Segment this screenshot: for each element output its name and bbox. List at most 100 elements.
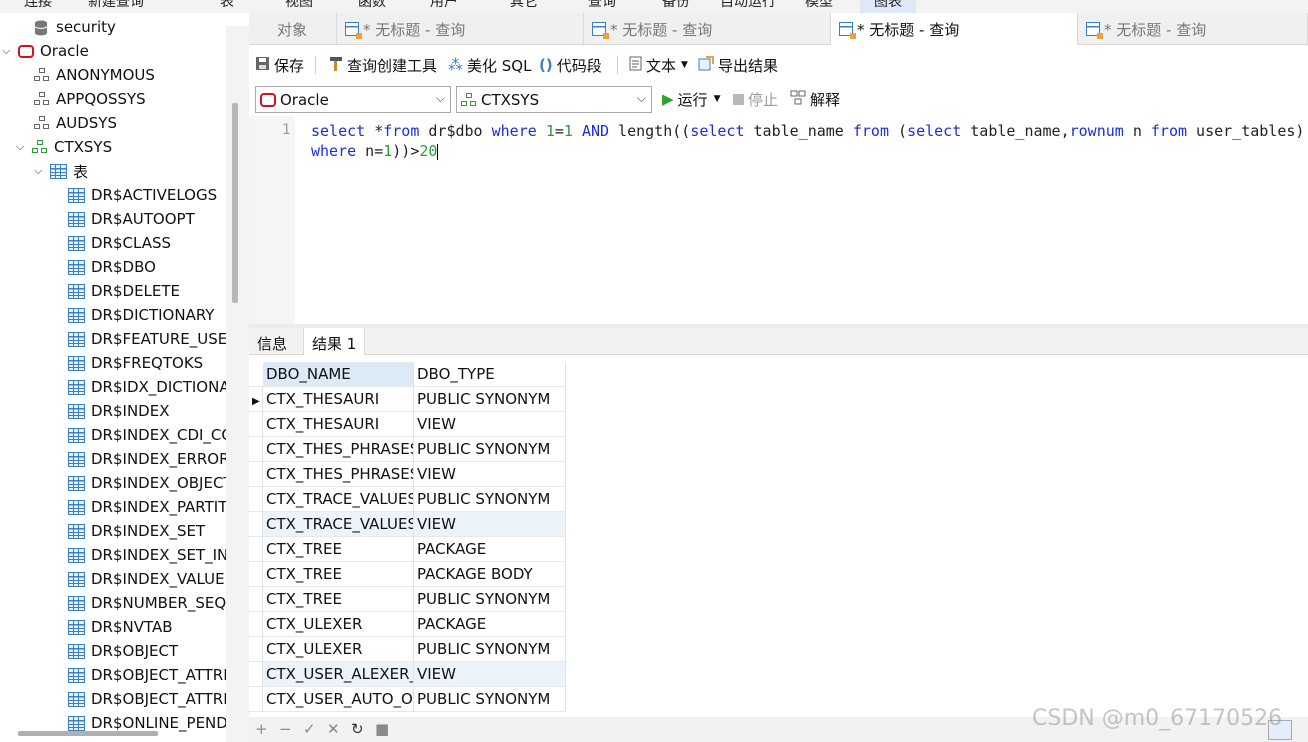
tree-node-security[interactable]: security (34, 15, 116, 39)
column-header-dbo-name[interactable]: DBO_NAME (263, 362, 414, 387)
tree-node-ctxsys[interactable]: ⌵ CTXSYS (16, 135, 112, 159)
table-row[interactable]: CTX_TREE PACKAGE (249, 537, 566, 562)
explain-button[interactable]: 解释 (790, 88, 840, 110)
tree-scrollbar[interactable] (232, 103, 238, 303)
cell-dbo-name[interactable]: CTX_TREE (263, 587, 414, 612)
tab-query-2[interactable]: * 无标题 - 查询 (584, 13, 831, 45)
table-row[interactable]: CTX_THESAURI VIEW (249, 412, 566, 437)
apply-check-icon[interactable]: ✓ (303, 720, 316, 738)
export-results-button[interactable]: 导出结果 (698, 54, 778, 76)
delete-record-icon[interactable]: − (279, 720, 292, 738)
tab-query-1[interactable]: * 无标题 - 查询 (337, 13, 584, 45)
menu-model[interactable]: 模型 (805, 0, 833, 11)
connection-select[interactable]: Oracle ⌵ (255, 86, 451, 113)
tab-info[interactable]: 信息 (249, 328, 295, 355)
cell-dbo-type[interactable]: PACKAGE (414, 612, 566, 637)
table-row[interactable]: CTX_TRACE_VALUES PUBLIC SYNONYM (249, 487, 566, 512)
cell-dbo-type[interactable]: PUBLIC SYNONYM (414, 387, 566, 412)
cell-dbo-type[interactable]: PUBLIC SYNONYM (414, 437, 566, 462)
tab-query-4[interactable]: * 无标题 - 查询 (1078, 13, 1308, 45)
tree-node-oracle[interactable]: ⌵ Oracle (2, 39, 89, 63)
row-marker[interactable] (249, 537, 263, 562)
text-mode-button[interactable]: 文本 ▼ (629, 54, 688, 76)
row-marker[interactable] (249, 612, 263, 637)
menu-user[interactable]: 用户 (430, 0, 458, 11)
row-marker[interactable] (249, 687, 263, 712)
table-row[interactable]: CTX_TREE PACKAGE BODY (249, 562, 566, 587)
cell-dbo-name[interactable]: CTX_ULEXER (263, 612, 414, 637)
row-marker[interactable] (249, 662, 263, 687)
tree-table-item[interactable]: DR$INDEX_SET_INI (68, 543, 233, 567)
menu-automation[interactable]: 自动运行 (720, 0, 776, 11)
tree-table-item[interactable]: DR$FEATURE_USED (68, 327, 239, 351)
cell-dbo-name[interactable]: CTX_TRACE_VALUES (263, 487, 414, 512)
cell-dbo-type[interactable]: PACKAGE (414, 537, 566, 562)
cell-dbo-type[interactable]: PACKAGE BODY (414, 562, 566, 587)
table-row[interactable]: CTX_USER_ALEXER_D VIEW (249, 662, 566, 687)
cell-dbo-name[interactable]: CTX_THES_PHRASES (263, 462, 414, 487)
cell-dbo-name[interactable]: CTX_THESAURI (263, 387, 414, 412)
row-marker[interactable] (249, 512, 263, 537)
tree-table-item[interactable]: DR$ACTIVELOGS (68, 183, 217, 207)
code-snippet-button[interactable]: () 代码段 (539, 54, 602, 76)
cell-dbo-name[interactable]: CTX_TREE (263, 562, 414, 587)
tree-table-item[interactable]: DR$OBJECT_ATTRI (68, 687, 228, 711)
tree-table-item[interactable]: DR$DELETE (68, 279, 180, 303)
cell-dbo-name[interactable]: CTX_USER_ALEXER_D (263, 662, 414, 687)
tree-table-item[interactable]: DR$INDEX_SET (68, 519, 205, 543)
tree-table-item[interactable]: DR$NVTAB (68, 615, 173, 639)
cell-dbo-name[interactable]: CTX_THES_PHRASES (263, 437, 414, 462)
tab-query-3[interactable]: * 无标题 - 查询 (831, 13, 1078, 45)
table-row[interactable]: CTX_ULEXER PUBLIC SYNONYM (249, 637, 566, 662)
cell-dbo-type[interactable]: PUBLIC SYNONYM (414, 687, 566, 712)
row-marker[interactable] (249, 487, 263, 512)
tree-table-item[interactable]: DR$NUMBER_SEQU (68, 591, 237, 615)
cell-dbo-type[interactable]: VIEW (414, 662, 566, 687)
cell-dbo-name[interactable]: CTX_ULEXER (263, 637, 414, 662)
row-marker[interactable] (249, 562, 263, 587)
table-row[interactable]: ▶ CTX_THESAURI PUBLIC SYNONYM (249, 387, 566, 412)
cell-dbo-type[interactable]: PUBLIC SYNONYM (414, 487, 566, 512)
menu-chart[interactable]: 图表 (860, 0, 916, 13)
chevron-down-icon[interactable]: ⌵ (34, 165, 46, 177)
cell-dbo-name[interactable]: CTX_THESAURI (263, 412, 414, 437)
tree-table-item[interactable]: DR$DICTIONARY (68, 303, 214, 327)
tab-result-1[interactable]: 结果 1 (303, 328, 366, 355)
tree-horizontal-scrollbar[interactable] (18, 731, 158, 736)
tree-node-appqossys[interactable]: APPQOSSYS (34, 87, 146, 111)
menu-table[interactable]: 表 (220, 0, 234, 11)
row-marker[interactable] (249, 437, 263, 462)
menu-function[interactable]: 函数 (358, 0, 386, 11)
menu-new-query[interactable]: 新建查询 (88, 0, 144, 11)
tab-objects[interactable]: 对象 (249, 13, 337, 45)
table-row[interactable]: CTX_THES_PHRASES PUBLIC SYNONYM (249, 437, 566, 462)
discard-x-icon[interactable]: ✕ (327, 720, 340, 738)
cell-dbo-type[interactable]: PUBLIC SYNONYM (414, 637, 566, 662)
tree-table-item[interactable]: DR$CLASS (68, 231, 171, 255)
cell-dbo-name[interactable]: CTX_USER_AUTO_OPT (263, 687, 414, 712)
menu-view[interactable]: 视图 (285, 0, 313, 11)
query-builder-button[interactable]: 查询创建工具 (329, 54, 437, 76)
table-row[interactable]: CTX_TRACE_VALUES VIEW (249, 512, 566, 537)
menu-query[interactable]: 查询 (588, 0, 616, 11)
menu-connect[interactable]: 连接 (24, 0, 52, 11)
table-row[interactable]: CTX_THES_PHRASES VIEW (249, 462, 566, 487)
table-row[interactable]: CTX_USER_AUTO_OPTPUBLIC SYNONYM (249, 687, 566, 712)
tree-node-tables[interactable]: ⌵ 表 (34, 159, 88, 183)
cell-dbo-type[interactable]: VIEW (414, 512, 566, 537)
menu-other[interactable]: 其它 (510, 0, 538, 11)
stop-icon[interactable]: ■ (375, 720, 389, 738)
save-button[interactable]: 保存 (255, 54, 304, 76)
tree-table-item[interactable]: DR$INDEX (68, 399, 169, 423)
add-record-icon[interactable]: + (255, 720, 268, 738)
tree-node-audsys[interactable]: AUDSYS (34, 111, 117, 135)
tree-table-item[interactable]: DR$INDEX_VALUE (68, 567, 225, 591)
tree-table-item[interactable]: DR$FREQTOKS (68, 351, 203, 375)
sql-editor[interactable]: 1 select *from dr$dbo where 1=1 AND leng… (249, 116, 1308, 324)
tree-table-item[interactable]: DR$DBO (68, 255, 156, 279)
table-row[interactable]: CTX_ULEXER PACKAGE (249, 612, 566, 637)
chevron-down-icon[interactable]: ⌵ (2, 45, 14, 57)
beautify-sql-button[interactable]: ⁂ 美化 SQL (448, 54, 531, 76)
tree-table-item[interactable]: DR$INDEX_ERROR (68, 447, 230, 471)
tree-table-item[interactable]: DR$IDX_DICTIONA (68, 375, 230, 399)
